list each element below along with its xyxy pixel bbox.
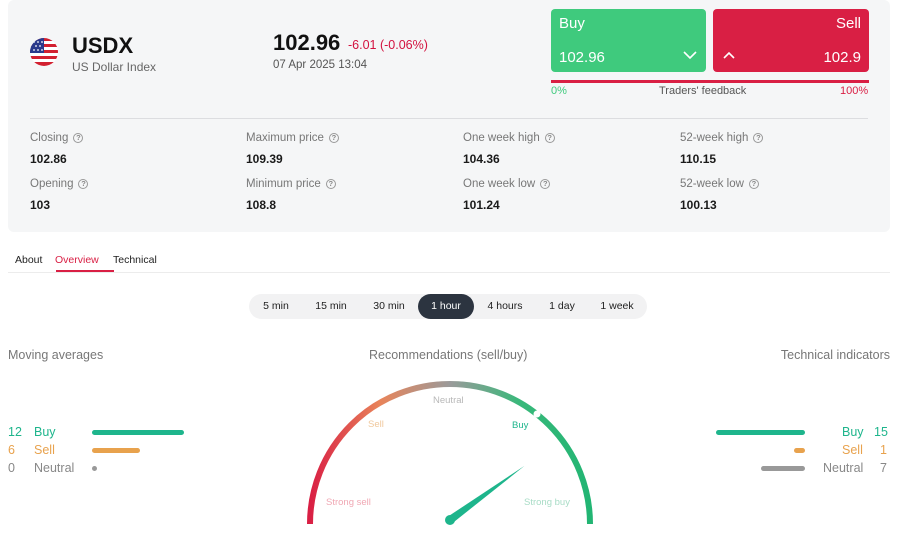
week-low-value: 101.24 [463,198,500,212]
ma-sell-count: 6 [8,443,15,457]
ma-buy-label: Buy [34,425,56,439]
price-change: -6.01 (-0.06%) [348,38,428,52]
header-divider [30,118,868,119]
min-price-value: 108.8 [246,198,277,212]
ma-neutral-bar [92,466,97,471]
chevron-up-icon [723,51,735,59]
opening-value: 103 [30,198,51,212]
ti-neutral-bar [761,466,805,471]
buy-price: 102.96 [559,49,605,66]
timeframe-4hours[interactable]: 4 hours [479,294,531,319]
closing-label: Closing? [30,132,84,144]
moving-averages-title: Moving averages [8,348,104,362]
technical-indicators-title: Technical indicators [780,348,890,362]
timeframe-1hour[interactable]: 1 hour [418,294,474,319]
sell-price: 102.9 [823,49,861,66]
gauge-label-buy: Buy [512,420,529,431]
year-high-value: 110.15 [680,152,717,166]
year-low-value: 100.13 [680,198,717,212]
week-high-label: One week high? [463,132,555,144]
us-flag-icon [30,38,58,66]
week-low-label: One week low? [463,178,551,190]
traders-feedback-bar [551,80,869,83]
tab-about[interactable]: About [15,254,42,266]
help-icon[interactable]: ? [78,179,89,189]
ma-sell-label: Sell [34,443,55,457]
gauge-label-strong-sell: Strong sell [326,497,371,508]
ti-sell-label: Sell [842,443,863,457]
timeframe-15min[interactable]: 15 min [305,294,357,319]
active-tab-underline [56,270,114,272]
timeframe-1day[interactable]: 1 day [537,294,587,319]
tab-technical[interactable]: Technical [113,254,157,266]
help-icon[interactable]: ? [540,179,551,189]
gauge-label-strong-buy: Strong buy [524,497,570,508]
instrument-symbol: USDX [72,33,134,58]
help-icon[interactable]: ? [544,133,555,143]
ti-neutral-label: Neutral [823,461,864,475]
opening-label: Opening? [30,178,89,190]
ma-buy-count: 12 [8,425,22,439]
feedback-buy-percent: 0% [551,85,567,97]
feedback-label: Traders' feedback [659,85,747,97]
price-timestamp: 07 Apr 2025 13:04 [273,59,367,71]
ma-buy-bar [92,430,184,435]
gauge-pivot [445,515,455,525]
tab-overview[interactable]: Overview [55,254,99,266]
help-icon[interactable]: ? [748,179,759,189]
ti-buy-bar [716,430,805,435]
gauge-marker [533,410,541,418]
ti-sell-bar [794,448,805,453]
max-price-label: Maximum price? [246,132,339,144]
timeframe-selector: 5 min 15 min 30 min 1 hour 4 hours 1 day… [249,294,647,319]
timeframe-1week[interactable]: 1 week [591,294,643,319]
gauge-label-sell: Sell [368,419,384,430]
gauge-needle [447,465,525,524]
ti-sell-count: 1 [880,443,887,457]
ti-neutral-count: 7 [880,461,887,475]
min-price-label: Minimum price? [246,178,336,190]
current-price: 102.96 [273,30,341,55]
ti-buy-label: Buy [842,425,864,439]
recommendation-gauge: Strong sell Sell Neutral Buy Strong buy [307,381,593,525]
section-tabs: About Overview Technical [8,249,890,273]
feedback-sell-percent: 100% [840,85,869,97]
closing-value: 102.86 [30,152,67,166]
ti-buy-count: 15 [874,425,888,439]
max-price-value: 109.39 [246,152,283,166]
help-icon[interactable]: ? [328,133,339,143]
year-high-label: 52-week high? [680,132,764,144]
ma-sell-bar [92,448,140,453]
ma-neutral-label: Neutral [34,461,75,475]
instrument-name: US Dollar Index [72,60,157,74]
ma-neutral-count: 0 [8,461,15,475]
week-high-value: 104.36 [463,152,500,166]
help-icon[interactable]: ? [325,179,336,189]
timeframe-5min[interactable]: 5 min [253,294,299,319]
help-icon[interactable]: ? [73,133,84,143]
sell-label: Sell [835,15,861,32]
sell-button[interactable]: Sell 102.9 [713,9,869,72]
gauge-label-neutral: Neutral [433,395,464,406]
buy-button[interactable]: Buy 102.96 [551,9,706,72]
buy-label: Buy [559,15,585,32]
help-icon[interactable]: ? [753,133,764,143]
year-low-label: 52-week low? [680,178,759,190]
chevron-down-icon [683,51,697,60]
timeframe-30min[interactable]: 30 min [363,294,415,319]
recommendations-title: Recommendations (sell/buy) [369,348,528,362]
